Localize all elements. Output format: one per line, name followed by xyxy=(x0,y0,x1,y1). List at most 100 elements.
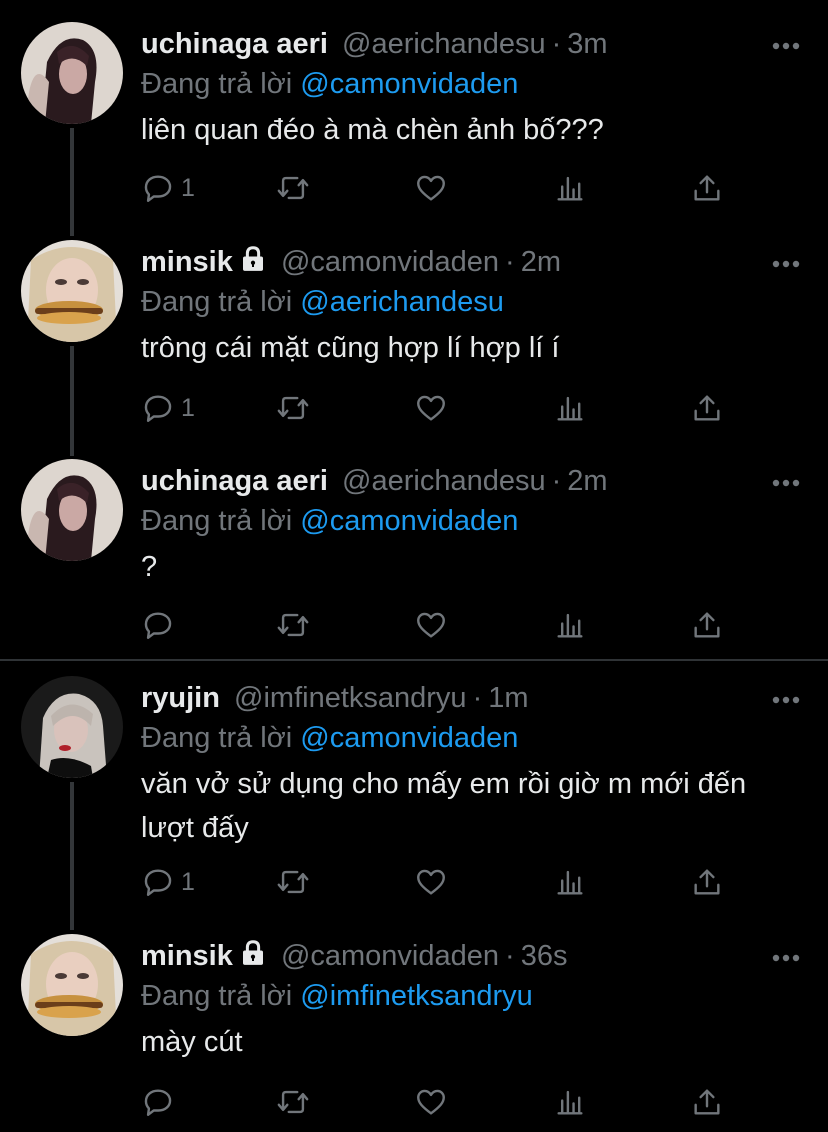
reply-button[interactable] xyxy=(141,1084,181,1120)
avatar[interactable] xyxy=(21,22,123,124)
analytics-button[interactable] xyxy=(553,390,587,426)
display-name[interactable]: uchinaga aeri xyxy=(141,28,328,60)
tweet-text: trông cái mặt cũng hợp lí hợp lí í xyxy=(141,332,560,364)
display-name[interactable]: minsik xyxy=(141,246,233,278)
tweet-actions: 1 xyxy=(141,170,741,210)
share-button[interactable] xyxy=(690,170,724,206)
mention-link[interactable]: @camonvidaden xyxy=(300,68,518,100)
share-icon xyxy=(694,1089,720,1115)
like-button[interactable] xyxy=(414,170,448,206)
timestamp[interactable]: 2m xyxy=(521,246,561,278)
reply-icon xyxy=(144,612,172,639)
share-icon xyxy=(694,175,720,201)
reply-icon xyxy=(144,395,172,422)
analytics-icon xyxy=(557,176,583,201)
like-button[interactable] xyxy=(414,864,448,900)
more-options-icon[interactable] xyxy=(772,260,800,268)
share-button[interactable] xyxy=(690,1084,724,1120)
tweet-text: liên quan đéo à mà chèn ảnh bố??? xyxy=(141,114,604,146)
analytics-button[interactable] xyxy=(553,1084,587,1120)
retweet-button[interactable] xyxy=(276,607,310,643)
analytics-icon xyxy=(557,396,583,421)
reply-count: 1 xyxy=(181,867,195,896)
reply-count: 1 xyxy=(181,393,195,422)
replying-to: Đang trả lời @camonvidaden xyxy=(141,501,518,541)
avatar[interactable] xyxy=(21,676,123,778)
replying-to-label: Đang trả lời xyxy=(141,722,293,754)
tweet-header: uchinaga aeri @aerichandesu · 3m xyxy=(141,24,608,64)
timestamp[interactable]: 2m xyxy=(567,465,607,497)
separator-dot: · xyxy=(505,246,515,278)
reply-count: 1 xyxy=(181,173,195,202)
more-options-icon[interactable] xyxy=(772,42,800,50)
reply-icon xyxy=(144,175,172,202)
avatar[interactable] xyxy=(21,934,123,1036)
like-button[interactable] xyxy=(414,390,448,426)
more-options-icon[interactable] xyxy=(772,479,800,487)
share-button[interactable] xyxy=(690,864,724,900)
thread-line xyxy=(70,782,74,930)
retweet-icon xyxy=(277,176,309,200)
analytics-button[interactable] xyxy=(553,864,587,900)
analytics-icon xyxy=(557,613,583,638)
avatar[interactable] xyxy=(21,240,123,342)
mention-link[interactable]: @camonvidaden xyxy=(300,722,518,754)
reply-button[interactable]: 1 xyxy=(141,864,195,900)
separator-dot: · xyxy=(551,465,562,497)
reply-button[interactable] xyxy=(141,607,181,643)
heart-icon xyxy=(417,869,445,895)
handle[interactable]: @aerichandesu xyxy=(342,465,546,497)
mention-link[interactable]: @imfinetksandryu xyxy=(300,980,533,1012)
analytics-icon xyxy=(557,870,583,895)
thread-divider xyxy=(0,659,828,661)
retweet-icon xyxy=(277,870,309,894)
reply-button[interactable]: 1 xyxy=(141,390,195,426)
mention-link[interactable]: @aerichandesu xyxy=(300,286,504,318)
analytics-button[interactable] xyxy=(553,170,587,206)
tweet-header: minsik @camonvidaden · 36s xyxy=(141,936,567,976)
retweet-icon xyxy=(277,613,309,637)
lock-icon xyxy=(242,940,263,965)
retweet-button[interactable] xyxy=(276,390,310,426)
timestamp[interactable]: 36s xyxy=(521,940,568,972)
more-options-icon[interactable] xyxy=(772,696,800,704)
timestamp[interactable]: 3m xyxy=(567,28,607,60)
display-name[interactable]: ryujin xyxy=(141,682,220,714)
like-button[interactable] xyxy=(414,607,448,643)
replying-to: Đang trả lời @camonvidaden xyxy=(141,64,518,104)
retweet-button[interactable] xyxy=(276,864,310,900)
replying-to: Đang trả lời @aerichandesu xyxy=(141,282,504,322)
share-button[interactable] xyxy=(690,607,724,643)
tweet-header: ryujin @imfinetksandryu · 1m xyxy=(141,678,529,718)
handle[interactable]: @aerichandesu xyxy=(342,28,546,60)
mention-link[interactable]: @camonvidaden xyxy=(300,505,518,537)
thread-line xyxy=(70,346,74,456)
display-name[interactable]: uchinaga aeri xyxy=(141,465,328,497)
replying-to-label: Đang trả lời xyxy=(141,286,293,318)
tweet-actions: 1 xyxy=(141,864,741,904)
retweet-icon xyxy=(277,1090,309,1114)
tweet-header: minsik @camonvidaden · 2m xyxy=(141,242,561,282)
share-button[interactable] xyxy=(690,390,724,426)
retweet-button[interactable] xyxy=(276,1084,310,1120)
tweet-text: ? xyxy=(141,551,158,583)
like-button[interactable] xyxy=(414,1084,448,1120)
handle[interactable]: @camonvidaden xyxy=(281,246,499,278)
replying-to: Đang trả lời @imfinetksandryu xyxy=(141,976,533,1016)
separator-dot: · xyxy=(551,28,562,60)
handle[interactable]: @camonvidaden xyxy=(281,940,499,972)
lock-icon xyxy=(242,246,263,271)
retweet-button[interactable] xyxy=(276,170,310,206)
tweet-actions xyxy=(141,1084,741,1124)
heart-icon xyxy=(417,175,445,201)
avatar[interactable] xyxy=(21,459,123,561)
handle[interactable]: @imfinetksandryu xyxy=(234,682,467,714)
reply-button[interactable]: 1 xyxy=(141,170,195,206)
timestamp[interactable]: 1m xyxy=(488,682,528,714)
analytics-button[interactable] xyxy=(553,607,587,643)
separator-dot: · xyxy=(505,940,515,972)
more-options-icon[interactable] xyxy=(772,954,800,962)
retweet-icon xyxy=(277,396,309,420)
display-name[interactable]: minsik xyxy=(141,940,233,972)
share-icon xyxy=(694,869,720,895)
